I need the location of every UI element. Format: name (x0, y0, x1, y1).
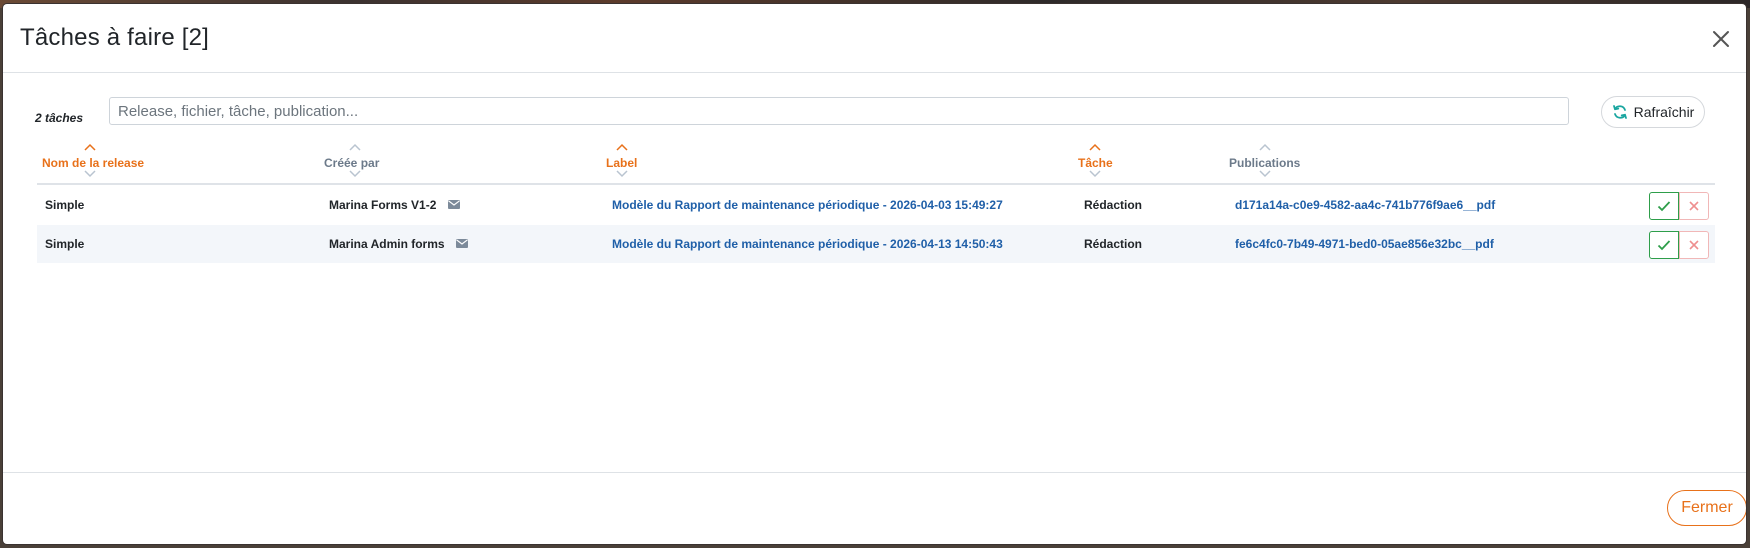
modal-header: Tâches à faire [2] (3, 4, 1746, 73)
task-count: 2 tâches (35, 111, 84, 125)
tasks-modal: Tâches à faire [2] 2 tâches Rafraîchir N… (3, 4, 1746, 544)
column-header-label: Nom de la release (42, 156, 145, 170)
sort-down-icon (1089, 170, 1101, 178)
x-icon (1689, 240, 1699, 250)
sort-up-icon (84, 143, 96, 151)
reject-button[interactable] (1679, 231, 1709, 259)
release-cell: Simple (45, 198, 85, 212)
approve-button[interactable] (1649, 192, 1679, 220)
created-by-cell: Marina Forms V1-2 (329, 186, 460, 224)
created-by-name: Marina Admin forms (329, 237, 445, 251)
refresh-button[interactable]: Rafraîchir (1601, 96, 1705, 128)
envelope-icon[interactable] (455, 239, 468, 249)
label-link[interactable]: Modèle du Rapport de maintenance périodi… (612, 225, 1003, 263)
column-header-label: Tâche (1078, 156, 1113, 170)
created-by-name: Marina Forms V1-2 (329, 198, 437, 212)
created-by-cell: Marina Admin forms (329, 225, 468, 263)
search-input[interactable] (109, 97, 1569, 125)
close-button[interactable]: Fermer (1667, 490, 1746, 526)
sort-up-icon (1089, 143, 1101, 151)
sort-up-icon (616, 143, 628, 151)
publication-link[interactable]: d171a14a-c0e9-4582-aa4c-741b776f9ae6__pd… (1235, 186, 1495, 224)
envelope-icon[interactable] (447, 200, 460, 210)
refresh-label: Rafraîchir (1633, 104, 1695, 120)
approve-button[interactable] (1649, 231, 1679, 259)
table-row: Simple Marina Admin forms Modèle du Rapp… (37, 225, 1715, 263)
check-icon (1657, 201, 1671, 212)
column-header-label: Créée par (324, 156, 380, 170)
column-header-label: Publications (1229, 156, 1301, 170)
sort-down-icon (349, 170, 361, 178)
check-icon (1657, 240, 1671, 251)
x-icon (1689, 201, 1699, 211)
sort-up-icon (1259, 143, 1271, 151)
publication-link[interactable]: fe6c4fc0-7b49-4971-bed0-05ae856e32bc__pd… (1235, 225, 1494, 263)
sort-down-icon (1259, 170, 1271, 178)
sort-down-icon (616, 170, 628, 178)
table-header-divider (37, 183, 1715, 185)
sort-down-icon (84, 170, 96, 178)
modal-footer: Fermer (3, 472, 1746, 544)
reject-button[interactable] (1679, 192, 1709, 220)
label-link[interactable]: Modèle du Rapport de maintenance périodi… (612, 186, 1003, 224)
release-cell: Simple (45, 237, 85, 251)
task-cell: Rédaction (1084, 237, 1143, 251)
sort-up-icon (349, 143, 361, 151)
column-header-label: Label (606, 156, 638, 170)
task-cell: Rédaction (1084, 198, 1143, 212)
modal-title: Tâches à faire [2] (20, 24, 210, 51)
close-icon[interactable] (1708, 26, 1734, 52)
refresh-icon (1612, 105, 1627, 119)
table-row: Simple Marina Forms V1-2 Modèle du Rappo… (37, 186, 1715, 224)
